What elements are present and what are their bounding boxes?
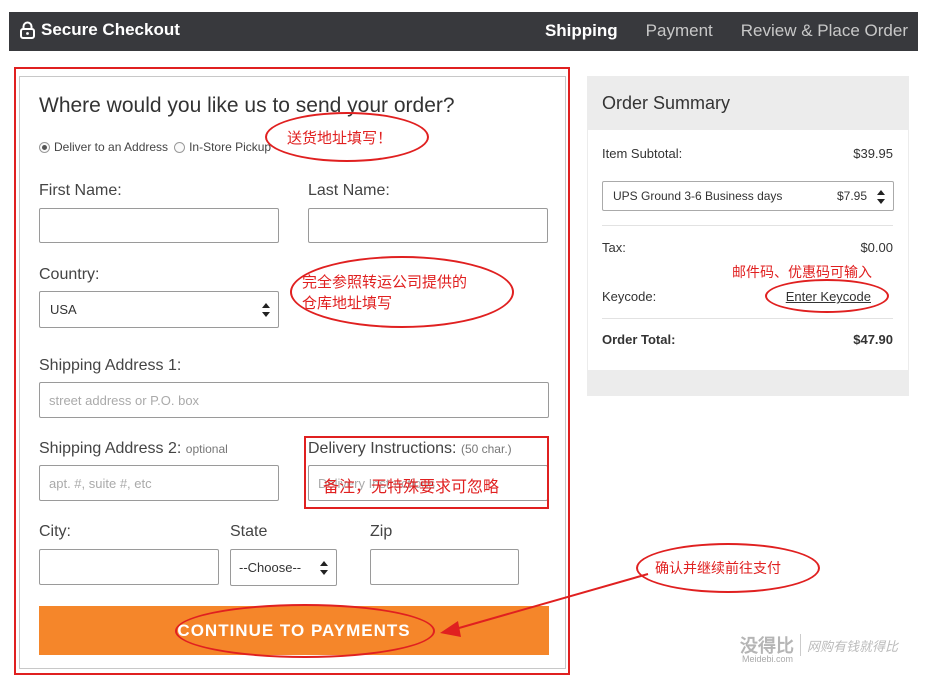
zip-input[interactable] [370,549,519,585]
address-note: 送货地址填写！ [287,129,393,147]
subtotal-label: Item Subtotal: [602,146,683,161]
select-arrows-icon [262,302,270,317]
shipping-form: Where would you like us to send your ord… [19,76,566,669]
divider [602,318,893,319]
subtotal-value: $39.95 [853,146,893,161]
summary-title: Order Summary [602,93,731,113]
country-note: 完全参照转运公司提供的 仓库地址填写 [302,272,467,314]
deliver-address-radio[interactable] [39,141,50,153]
watermark-domain: Meidebi.com [742,654,794,664]
first-name-input[interactable] [39,208,279,243]
step-review[interactable]: Review & Place Order [741,21,908,41]
tax-label: Tax: [602,240,626,255]
address2-label: Shipping Address 2: optional [39,440,228,458]
delivery-options: Deliver to an Address In-Store Pickup [39,140,277,154]
checkout-steps: Shipping Payment Review & Place Order [545,21,908,41]
order-summary: Order Summary Item Subtotal: $39.95 UPS … [587,76,909,396]
address1-input[interactable] [39,382,549,418]
tax-row: Tax: $0.00 [602,240,893,255]
select-arrows-icon [877,190,885,204]
city-label: City: [39,523,71,540]
annotation-ellipse [175,604,435,658]
tax-value: $0.00 [860,240,893,255]
shipping-method-name: UPS Ground 3-6 Business days [613,189,783,203]
store-pickup-radio[interactable] [174,141,186,153]
continue-note: 确认并继续前往支付 [655,561,781,577]
subtotal-row: Item Subtotal: $39.95 [602,146,893,161]
address2-optional: optional [185,442,228,456]
watermark-slogan: 网购有钱就得比 [807,638,899,654]
lock-icon [20,21,35,39]
step-shipping[interactable]: Shipping [545,21,618,41]
last-name-input[interactable] [308,208,548,243]
keycode-label: Keycode: [602,289,657,304]
instructions-label-text: Delivery Instructions: [308,440,457,457]
first-name-label: First Name: [39,182,122,199]
watermark-divider [800,634,801,656]
instructions-hint: (50 char.) [460,442,512,456]
country-label: Country: [39,266,100,283]
annotation-ellipse [765,279,889,313]
zip-label: Zip [370,523,393,540]
country-note-line2: 仓库地址填写 [302,294,393,312]
total-row: Order Total: $47.90 [602,332,893,347]
state-value: --Choose-- [239,560,302,575]
select-arrows-icon [320,560,328,575]
deliver-address-label[interactable]: Deliver to an Address [54,140,168,154]
keycode-note: 邮件码、优惠码可输入 [732,265,872,281]
instructions-label: Delivery Instructions: (50 char.) [308,440,512,458]
last-name-label: Last Name: [308,182,390,199]
total-label: Order Total: [602,332,676,347]
checkout-header: Secure Checkout Shipping Payment Review … [9,12,918,51]
form-title: Where would you like us to send your ord… [39,94,455,117]
state-label: State [230,523,268,540]
brand-title: Secure Checkout [41,20,180,39]
shipping-method-select[interactable]: UPS Ground 3-6 Business days $7.95 [602,181,894,211]
brand: Secure Checkout [20,20,180,40]
city-input[interactable] [39,549,219,585]
address2-label-text: Shipping Address 2: [39,440,182,457]
address1-label: Shipping Address 1: [39,357,182,374]
address2-input[interactable] [39,465,279,501]
step-payment[interactable]: Payment [646,21,713,41]
country-select[interactable]: USA [39,291,279,328]
state-select[interactable]: --Choose-- [230,549,337,586]
watermark: 没得比 Meidebi.com 网购有钱就得比 [740,632,899,664]
instructions-note: 备注，无特殊要求可忽略 [323,477,500,496]
country-note-line1: 完全参照转运公司提供的 [302,273,468,291]
country-value: USA [50,302,77,317]
divider [602,225,893,226]
summary-body: Item Subtotal: $39.95 UPS Ground 3-6 Bus… [588,130,908,370]
shipping-method-price: $7.95 [836,189,867,203]
total-value: $47.90 [853,332,893,347]
store-pickup-label[interactable]: In-Store Pickup [189,140,271,154]
